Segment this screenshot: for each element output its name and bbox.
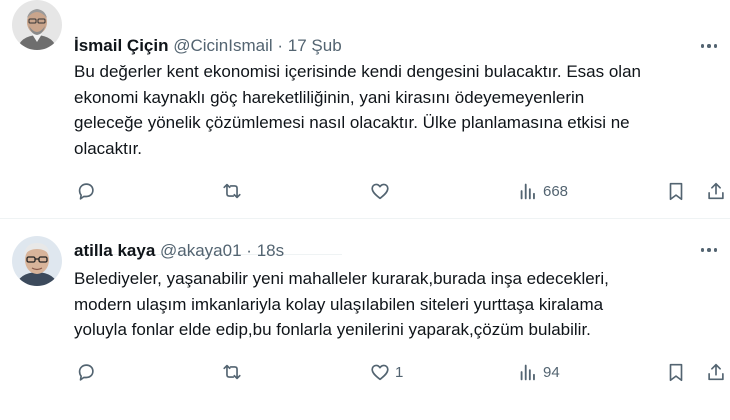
bookmark-button[interactable] — [665, 360, 687, 384]
views-icon — [520, 183, 535, 200]
views-icon — [520, 364, 535, 381]
bookmark-button[interactable] — [665, 179, 687, 203]
author-handle[interactable]: @CicinIsmail — [173, 36, 272, 55]
share-icon — [708, 363, 724, 381]
post-text-line: olacaktır. — [74, 138, 143, 158]
share-button[interactable] — [705, 360, 727, 384]
post-2-actions: 1 94 — [0, 360, 730, 384]
bookmark-icon — [669, 363, 683, 382]
author-handle[interactable]: @akaya01 — [160, 241, 242, 260]
post-text-line: modern ulaşım imkanlariyla kolay ulaşıla… — [74, 294, 604, 314]
more-icon[interactable] — [696, 37, 722, 55]
meta-separator: · — [277, 36, 284, 55]
post-text-line: ekonomi kaynaklı göç hareketliliğinin, y… — [74, 87, 585, 107]
post-time[interactable]: 18s — [257, 241, 284, 260]
view-count: 94 — [543, 363, 560, 381]
bookmark-icon — [669, 182, 683, 201]
reply-icon — [78, 364, 94, 381]
reply-icon — [78, 183, 94, 200]
post-text-line: Bu değerler kent ekonomisi içerisinde ke… — [74, 62, 641, 81]
heart-icon — [371, 183, 389, 200]
like-count: 1 — [395, 363, 404, 381]
post-text-line: geleceğe yönelik çözümlemesi nasıl olaca… — [74, 113, 630, 133]
post-text-line: yoluyla fonlar elde edip,bu fonlarla yen… — [74, 320, 591, 340]
post-2-header: atilla kaya @akaya01 · 18s — [74, 241, 284, 261]
meta-separator: · — [246, 241, 252, 260]
post-time[interactable]: 17 Şub — [288, 36, 342, 55]
more-icon[interactable] — [696, 241, 722, 259]
heart-icon — [371, 364, 389, 381]
repost-button[interactable] — [221, 179, 243, 203]
repost-icon — [223, 183, 241, 199]
view-count: 668 — [543, 182, 569, 200]
like-button[interactable]: 1 — [369, 360, 403, 384]
author-name[interactable]: atilla kaya — [74, 241, 155, 260]
avatar-cicin[interactable] — [12, 0, 62, 50]
reply-button[interactable] — [75, 179, 97, 203]
like-button[interactable] — [369, 179, 395, 203]
post-text-line: Belediyeler, yaşanabilir yeni mahalleler… — [74, 269, 609, 288]
reply-button[interactable] — [75, 360, 97, 384]
repost-icon — [223, 364, 241, 380]
views-button[interactable]: 668 — [517, 179, 568, 203]
author-name[interactable]: İsmail Çiçin — [74, 36, 168, 55]
views-button[interactable]: 94 — [517, 360, 560, 384]
share-button[interactable] — [705, 179, 727, 203]
post-2-text: Belediyeler, yaşanabilir yeni mahalleler… — [74, 266, 714, 343]
share-icon — [708, 182, 724, 200]
avatar-kaya[interactable] — [12, 236, 62, 286]
post-1-actions: 668 — [0, 179, 730, 203]
repost-button[interactable] — [221, 360, 243, 384]
post-1-text: Bu değerler kent ekonomisi içerisinde ke… — [74, 59, 714, 161]
